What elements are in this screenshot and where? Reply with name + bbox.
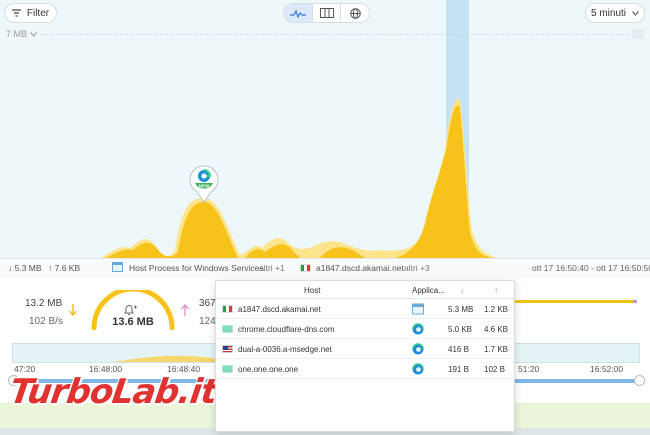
row-host: one.one.one.one (238, 365, 299, 374)
col-host-header[interactable]: Host (304, 286, 320, 295)
table-row[interactable]: one.one.one.one 191 B 102 B (216, 359, 514, 379)
traffic-area (100, 99, 500, 258)
window-icon (112, 262, 123, 272)
time-label: 51:20 (518, 364, 540, 374)
row-down: 5.3 MB (448, 305, 474, 314)
download-total: 13.2 MB (25, 298, 63, 309)
status-host[interactable]: a1847.dscd.akamai.net (316, 263, 404, 273)
row-up: 102 B (484, 365, 505, 374)
window-icon (412, 303, 424, 315)
status-host-extra[interactable]: altri +3 (404, 263, 430, 273)
row-host: dual-a-0036.a-msedge.net (238, 345, 332, 354)
table-row[interactable]: dual-a-0036.a-msedge.net 416 B 1.7 KB (216, 339, 514, 359)
row-up: 4.6 KB (484, 325, 509, 334)
col-app-header[interactable]: Applica... (412, 286, 445, 295)
download-rate: 102 B/s (29, 316, 63, 327)
traffic-graph[interactable]: Filter 5 minuti 7 MB NEW (0, 0, 650, 258)
upload-rate: 124 (199, 316, 216, 327)
download-arrow-icon (69, 304, 77, 316)
row-host: a1847.dscd.akamai.net (238, 305, 321, 314)
upload-arrow-icon (181, 304, 189, 316)
hosts-popup[interactable]: Host Applica... ↓ ↑ a1847.dscd.akamai.ne… (215, 280, 515, 432)
status-process-extra[interactable]: altri +1 (259, 263, 285, 273)
table-row[interactable]: chrome.cloudflare-dns.com 5.0 KB 4.6 KB (216, 319, 514, 339)
edge-icon (412, 343, 424, 355)
col-up-header[interactable]: ↑ (494, 286, 498, 295)
usa-flag-icon (222, 345, 233, 353)
popup-header: Host Applica... ↓ ↑ (216, 281, 514, 299)
italy-flag-icon (222, 305, 233, 313)
status-range: ott 17 16:50:40 - ott 17 16:50:50 (532, 263, 650, 273)
status-upload: ↑ 7.6 KB (48, 263, 81, 273)
watermark-logo: TurboLab.it (7, 372, 220, 412)
italy-flag-icon (300, 264, 311, 272)
row-host: chrome.cloudflare-dns.com (238, 325, 335, 334)
scrubber-right-handle[interactable] (634, 375, 645, 386)
unknown-flag-icon (222, 325, 233, 333)
edge-icon (412, 323, 424, 335)
col-down-header[interactable]: ↓ (460, 286, 464, 295)
table-row[interactable]: a1847.dscd.akamai.net 5.3 MB 1.2 KB (216, 299, 514, 319)
upload-total: 367 (199, 298, 216, 309)
row-up: 1.2 KB (484, 305, 509, 314)
bell-plus-icon (124, 305, 137, 315)
unknown-flag-icon (222, 365, 233, 373)
status-download: ↓ 5.3 MB (8, 263, 42, 273)
edge-icon (412, 363, 424, 375)
gauge-value: 13.6 MB (112, 316, 154, 328)
new-badge: NEW (199, 184, 210, 189)
time-label: 16:52:00 (590, 364, 624, 374)
row-up: 1.7 KB (484, 345, 509, 354)
row-down: 416 B (448, 345, 469, 354)
bandwidth-bar (515, 300, 637, 303)
row-down: 5.0 KB (448, 325, 473, 334)
row-down: 191 B (448, 365, 469, 374)
new-connection-marker[interactable]: NEW (189, 165, 219, 208)
status-bar: ↓ 5.3 MB ↑ 7.6 KB Host Process for Windo… (0, 258, 650, 276)
status-process[interactable]: Host Process for Windows Services (129, 263, 264, 273)
